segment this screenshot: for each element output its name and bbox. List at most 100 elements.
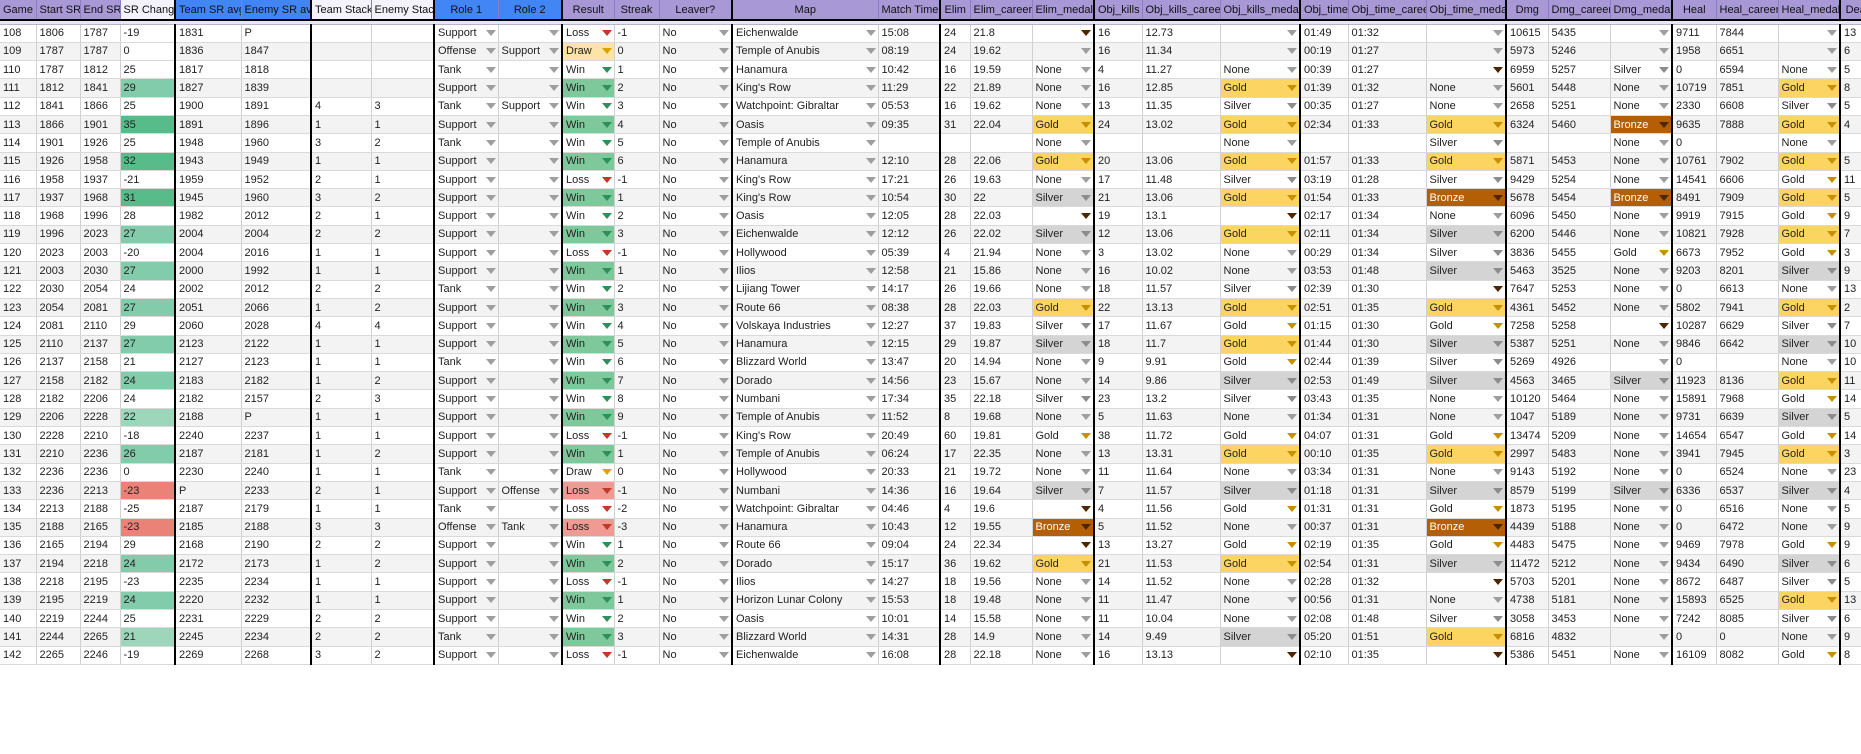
table-row[interactable]: 129 2206 2228 22 2188 P 1 1 Support Win 9 No Temple …: [0, 408, 1861, 428]
chevron-down-icon[interactable]: [601, 213, 612, 220]
cell-streak[interactable]: 1: [614, 261, 660, 281]
cell-death[interactable]: 6: [1839, 554, 1861, 574]
chevron-down-icon[interactable]: [1659, 652, 1669, 659]
cell-enemy_stack[interactable]: 3: [371, 97, 435, 116]
cell-dmg_medal[interactable]: Silver: [1610, 481, 1673, 501]
cell-map[interactable]: Horizon Lunar Colony: [731, 591, 879, 611]
cell-streak[interactable]: -1: [614, 24, 660, 43]
chevron-down-icon[interactable]: [485, 341, 496, 348]
cell-obj_time[interactable]: 00:19: [1299, 42, 1349, 62]
cell-elim_medal[interactable]: None: [1032, 627, 1095, 647]
chevron-down-icon[interactable]: [485, 85, 496, 92]
cell-obj_kills_medal[interactable]: None: [1220, 609, 1301, 629]
chevron-down-icon[interactable]: [601, 359, 612, 366]
cell-team_stack[interactable]: 2: [310, 280, 372, 299]
chevron-down-icon[interactable]: [1827, 341, 1837, 348]
cell-start_sr[interactable]: 2265: [36, 646, 81, 665]
chevron-down-icon[interactable]: [1827, 249, 1837, 256]
cell-obj_time_career[interactable]: 01:31: [1348, 518, 1427, 537]
cell-start_sr[interactable]: 1787: [36, 42, 81, 62]
chevron-down-icon[interactable]: [1287, 213, 1297, 220]
cell-leaver[interactable]: No: [659, 335, 733, 354]
cell-death[interactable]: 11: [1839, 371, 1861, 391]
column-header-elim_career[interactable]: Elim_career: [970, 0, 1033, 21]
cell-enemy_sr_avg[interactable]: 1891: [241, 97, 312, 116]
cell-enemy_sr_avg[interactable]: 2028: [241, 316, 312, 336]
cell-leaver[interactable]: No: [659, 60, 733, 80]
chevron-down-icon[interactable]: [601, 194, 612, 201]
cell-dmg[interactable]: 1047: [1505, 408, 1549, 428]
cell-enemy_sr_avg[interactable]: 2232: [241, 591, 312, 611]
cell-elim[interactable]: [939, 133, 971, 153]
chevron-down-icon[interactable]: [865, 121, 876, 128]
cell-obj_kills[interactable]: 17: [1093, 170, 1143, 190]
cell-result[interactable]: Win: [561, 115, 615, 135]
chevron-down-icon[interactable]: [1827, 304, 1837, 311]
chevron-down-icon[interactable]: [485, 66, 496, 73]
chevron-down-icon[interactable]: [865, 542, 876, 549]
cell-role2[interactable]: [498, 554, 563, 574]
cell-sr_change[interactable]: 22: [120, 408, 176, 428]
cell-map[interactable]: Hanamura: [731, 518, 879, 537]
cell-heal_career[interactable]: 8201: [1716, 261, 1779, 281]
cell-obj_kills_medal[interactable]: Gold: [1220, 426, 1301, 446]
cell-result[interactable]: Win: [561, 536, 615, 556]
cell-heal_medal[interactable]: Gold: [1778, 426, 1841, 446]
cell-match_time[interactable]: 09:04: [878, 536, 941, 556]
cell-result[interactable]: Win: [561, 133, 615, 153]
cell-obj_time_medal[interactable]: Silver: [1426, 371, 1507, 391]
cell-streak[interactable]: 3: [614, 627, 660, 647]
cell-elim[interactable]: 12: [939, 518, 971, 537]
cell-role1[interactable]: Support: [433, 206, 499, 226]
cell-team_sr_avg[interactable]: 2002: [174, 280, 242, 299]
cell-obj_time_medal[interactable]: [1426, 42, 1507, 62]
chevron-down-icon[interactable]: [1659, 579, 1669, 586]
cell-dmg[interactable]: 5871: [1505, 152, 1549, 171]
chevron-down-icon[interactable]: [601, 432, 612, 439]
cell-result[interactable]: Loss: [561, 572, 615, 592]
cell-elim_medal[interactable]: None: [1032, 261, 1095, 281]
cell-dmg[interactable]: 10615: [1505, 24, 1549, 43]
cell-obj_kills_career[interactable]: 13.13: [1142, 646, 1221, 665]
cell-map[interactable]: Temple of Anubis: [731, 42, 879, 62]
cell-elim[interactable]: 35: [939, 389, 971, 409]
chevron-down-icon[interactable]: [719, 615, 729, 622]
cell-dmg[interactable]: 9429: [1505, 170, 1549, 190]
cell-elim_medal[interactable]: None: [1032, 243, 1095, 263]
cell-team_stack[interactable]: 1: [310, 371, 372, 391]
cell-elim[interactable]: 30: [939, 188, 971, 208]
cell-obj_kills_career[interactable]: 11.27: [1142, 60, 1221, 80]
cell-start_sr[interactable]: 2244: [36, 627, 81, 647]
cell-role2[interactable]: [498, 170, 563, 190]
cell-obj_time[interactable]: 03:34: [1299, 463, 1349, 482]
cell-obj_time_career[interactable]: 01:39: [1348, 353, 1427, 373]
cell-obj_time_career[interactable]: 01:31: [1348, 426, 1427, 446]
table-row[interactable]: 132 2236 2236 0 2230 2240 1 1 Tank Draw 0 No Hollywo…: [0, 463, 1861, 482]
cell-map[interactable]: Route 66: [731, 298, 879, 318]
cell-enemy_stack[interactable]: 1: [371, 170, 435, 190]
cell-match_time[interactable]: 10:42: [878, 60, 941, 80]
cell-enemy_stack[interactable]: 2: [371, 280, 435, 299]
cell-elim_career[interactable]: 19.64: [970, 481, 1033, 501]
cell-streak[interactable]: 3: [614, 298, 660, 318]
cell-team_sr_avg[interactable]: 1945: [174, 188, 242, 208]
chevron-down-icon[interactable]: [549, 194, 559, 201]
cell-heal_career[interactable]: 6525: [1716, 591, 1779, 611]
chevron-down-icon[interactable]: [719, 542, 729, 549]
cell-result[interactable]: Win: [561, 206, 615, 226]
cell-heal_medal[interactable]: Silver: [1778, 481, 1841, 501]
cell-end_sr[interactable]: 1996: [80, 206, 121, 226]
cell-match_time[interactable]: 15:17: [878, 554, 941, 574]
cell-start_sr[interactable]: 2110: [36, 335, 81, 354]
cell-enemy_stack[interactable]: 2: [371, 133, 435, 153]
cell-team_sr_avg[interactable]: 1831: [174, 24, 242, 43]
cell-heal_medal[interactable]: Silver: [1778, 572, 1841, 592]
cell-heal_career[interactable]: 7851: [1716, 78, 1779, 98]
column-header-result[interactable]: Result: [561, 0, 615, 21]
cell-leaver[interactable]: No: [659, 133, 733, 153]
cell-leaver[interactable]: No: [659, 591, 733, 611]
cell-team_stack[interactable]: 3: [310, 646, 372, 665]
cell-elim[interactable]: 16: [939, 97, 971, 116]
cell-elim_medal[interactable]: None: [1032, 280, 1095, 299]
cell-heal_career[interactable]: 7915: [1716, 206, 1779, 226]
